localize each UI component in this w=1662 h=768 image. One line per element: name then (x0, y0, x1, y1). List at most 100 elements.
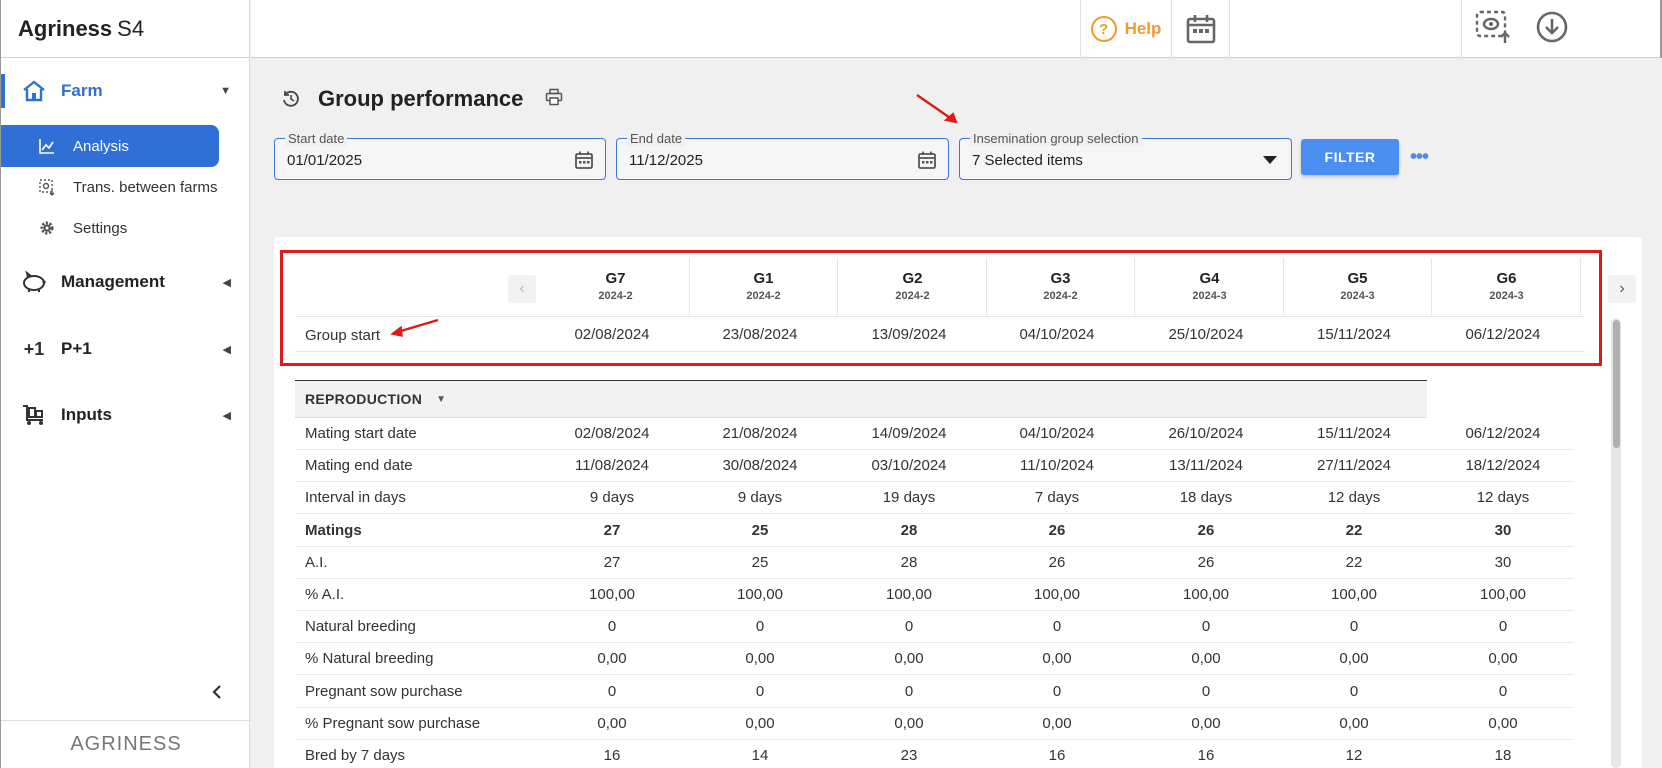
sidebar-section-label: P+1 (61, 339, 92, 358)
scrollbar-thumb[interactable] (1613, 320, 1620, 448)
table-cell: 0 (1052, 682, 1062, 700)
table-cell: 0,00 (1488, 714, 1518, 732)
group-selection-value: 7 Selected items (972, 152, 1083, 169)
sidebar-section-p1[interactable]: +1 P+1 ◀ (1, 332, 251, 366)
table-cell: 0,00 (1339, 650, 1369, 668)
next-groups-button[interactable]: › (1608, 275, 1636, 303)
page-title: Group performance (318, 86, 524, 111)
chevron-left-icon: ◀ (222, 276, 231, 289)
table-cell: 0,00 (894, 714, 924, 732)
help-button[interactable]: ? Help (1080, 0, 1172, 58)
row-label: Mating start date (305, 425, 417, 442)
table-cell: 100,00 (589, 586, 635, 603)
table-cell: 100,00 (1480, 586, 1526, 603)
table-row: % A.I. 100,00 100,00 100,00 100,00 100,00 100,… (295, 579, 1573, 611)
calendar-icon[interactable] (573, 149, 595, 171)
table-cell: 06/12/2024 (1465, 425, 1541, 442)
table-cell: 30 (1494, 521, 1512, 539)
table-cell: 0 (1498, 682, 1508, 700)
end-date-value: 11/12/2025 (629, 152, 703, 169)
section-header-reproduction[interactable]: REPRODUCTION ▼ (295, 380, 1427, 418)
caret-down-icon: ▼ (436, 393, 447, 405)
calendar-button[interactable] (1172, 0, 1230, 58)
table-cell: 16 (1197, 747, 1215, 764)
table-cell: 0,00 (894, 650, 924, 668)
start-date-field[interactable]: Start date 01/01/2025 (274, 131, 606, 180)
top-actions (1461, 0, 1581, 58)
view-upload-icon (1475, 10, 1510, 43)
transfer-icon (37, 177, 57, 197)
pig-icon (17, 267, 51, 297)
table-cell: 27 (603, 553, 621, 571)
table-cell: 04/10/2024 (1019, 425, 1095, 442)
chevron-down-icon: ▼ (220, 85, 231, 97)
table-cell: 15/11/2024 (1317, 425, 1391, 442)
table-row: % Natural breeding 0,00 0,00 0,00 0,00 0,00 0,… (295, 643, 1573, 676)
table-cell: 26 (1197, 521, 1215, 539)
sidebar-section-label: Farm (61, 81, 103, 100)
table-cell: 0 (1349, 618, 1359, 636)
row-label: % Pregnant sow purchase (305, 714, 481, 732)
more-options-button[interactable]: ••• (1410, 146, 1429, 169)
row-label: Matings (305, 521, 362, 539)
table-cell: 19 days (882, 489, 936, 507)
help-label: Help (1124, 19, 1162, 38)
table-cell: 02/08/2024 (574, 425, 650, 442)
table-cell: 0,00 (597, 714, 627, 732)
table-cell: 0 (1498, 618, 1508, 636)
sidebar-item-settings[interactable]: Settings (1, 207, 219, 249)
table-cell: 27 (603, 521, 621, 539)
calendar-icon (1186, 15, 1215, 44)
sidebar-section-management[interactable]: Management ◀ (1, 265, 251, 299)
section-title: REPRODUCTION (305, 391, 423, 407)
calendar-icon[interactable] (916, 149, 938, 171)
table-cell: 16 (1048, 747, 1066, 764)
table-row: Bred by 7 days 16 14 23 16 16 12 18 (295, 740, 1573, 768)
table-cell: 18 days (1179, 489, 1233, 507)
row-label: Pregnant sow purchase (305, 682, 463, 700)
sidebar-item-analysis[interactable]: Analysis (1, 125, 219, 167)
export-view-button[interactable] (1474, 9, 1512, 50)
download-button[interactable] (1535, 10, 1569, 49)
sidebar-item-label: Trans. between farms (73, 178, 218, 196)
table-cell: 0 (1201, 682, 1211, 700)
table-cell: 26 (1197, 553, 1215, 571)
end-date-field[interactable]: End date 11/12/2025 (616, 131, 949, 180)
page-header: Group performance (280, 84, 563, 114)
row-label: % A.I. (305, 586, 345, 603)
home-icon (17, 76, 51, 106)
back-history-icon[interactable] (280, 88, 302, 110)
sidebar-section-farm[interactable]: Farm ▼ (1, 74, 251, 108)
table-cell: 28 (900, 553, 918, 571)
chevron-left-icon: ◀ (222, 343, 231, 356)
table-cell: 7 days (1034, 489, 1080, 507)
sidebar-section-inputs[interactable]: Inputs ◀ (1, 398, 251, 432)
table-cell: 0 (1349, 682, 1359, 700)
table-cell: 0,00 (1191, 714, 1221, 732)
table-cell: 0,00 (1339, 714, 1369, 732)
table-cell: 0 (755, 682, 765, 700)
table-cell: 30 (1494, 553, 1512, 571)
table-cell: 0 (1201, 618, 1211, 636)
table-cell: 100,00 (737, 586, 783, 603)
table-cell: 11/10/2024 (1020, 457, 1094, 475)
collapse-sidebar-button[interactable] (205, 680, 229, 704)
filter-button[interactable]: FILTER (1301, 139, 1399, 175)
row-label: Mating end date (305, 457, 413, 475)
table-cell: 22 (1345, 521, 1363, 539)
table-cell: 9 days (737, 489, 783, 507)
print-button[interactable] (545, 88, 563, 111)
app-logo[interactable]: Agriness S4 (1, 0, 249, 58)
table-cell: 9 days (589, 489, 635, 507)
group-selection-dropdown[interactable]: Insemination group selection 7 Selected … (959, 131, 1292, 180)
table-row: Natural breeding 0 0 0 0 0 0 0 (295, 611, 1573, 644)
annotation-highlight-box (280, 250, 1602, 366)
table-cell: 0 (904, 682, 914, 700)
plus-one-icon: +1 (23, 338, 45, 359)
gear-icon (37, 218, 57, 238)
table-cell: 26 (1048, 553, 1066, 571)
sidebar-section-label: Inputs (61, 405, 112, 424)
cart-icon (17, 400, 51, 430)
sidebar-item-transfer[interactable]: Trans. between farms (1, 166, 219, 208)
annotation-arrow (916, 94, 958, 124)
